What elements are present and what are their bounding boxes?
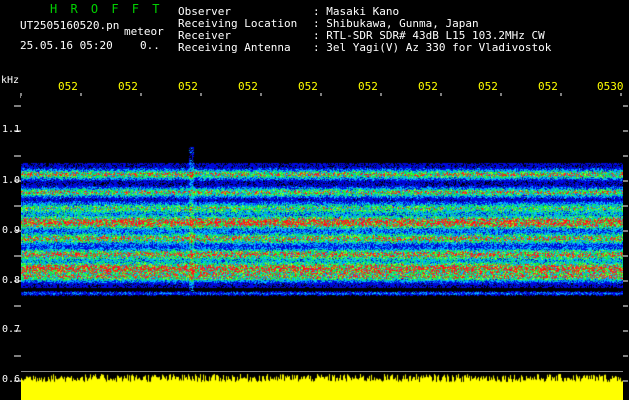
noise-bar-divider [21, 371, 623, 372]
noise-level-bar [21, 372, 623, 400]
waterfall-spectrogram [21, 96, 623, 372]
